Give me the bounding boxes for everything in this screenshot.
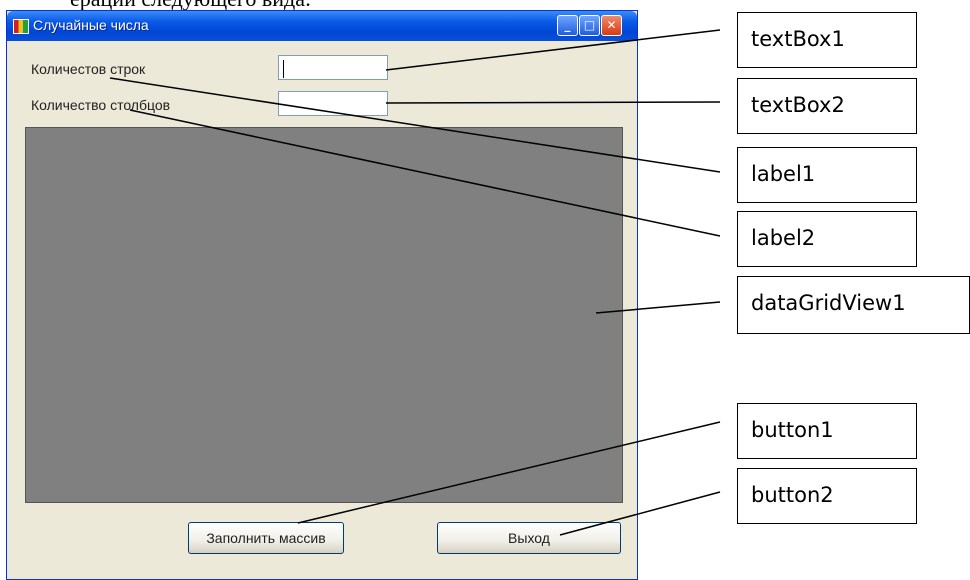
leader-label2 xyxy=(129,109,721,237)
callout-textbox2: textBox2 xyxy=(737,78,917,134)
callout-textbox1: textBox1 xyxy=(737,12,917,68)
callout-datagridview1: dataGridView1 xyxy=(737,276,970,334)
callout-label2: label2 xyxy=(737,211,917,267)
callout-label1: label1 xyxy=(737,147,917,203)
leader-datagrid xyxy=(595,301,721,314)
leader-button1 xyxy=(297,421,721,524)
leader-button2 xyxy=(559,491,721,536)
callout-button2: button2 xyxy=(737,468,917,524)
leader-textbox1 xyxy=(385,29,721,71)
callout-button1: button1 xyxy=(737,403,917,459)
leader-textbox2 xyxy=(385,101,721,104)
